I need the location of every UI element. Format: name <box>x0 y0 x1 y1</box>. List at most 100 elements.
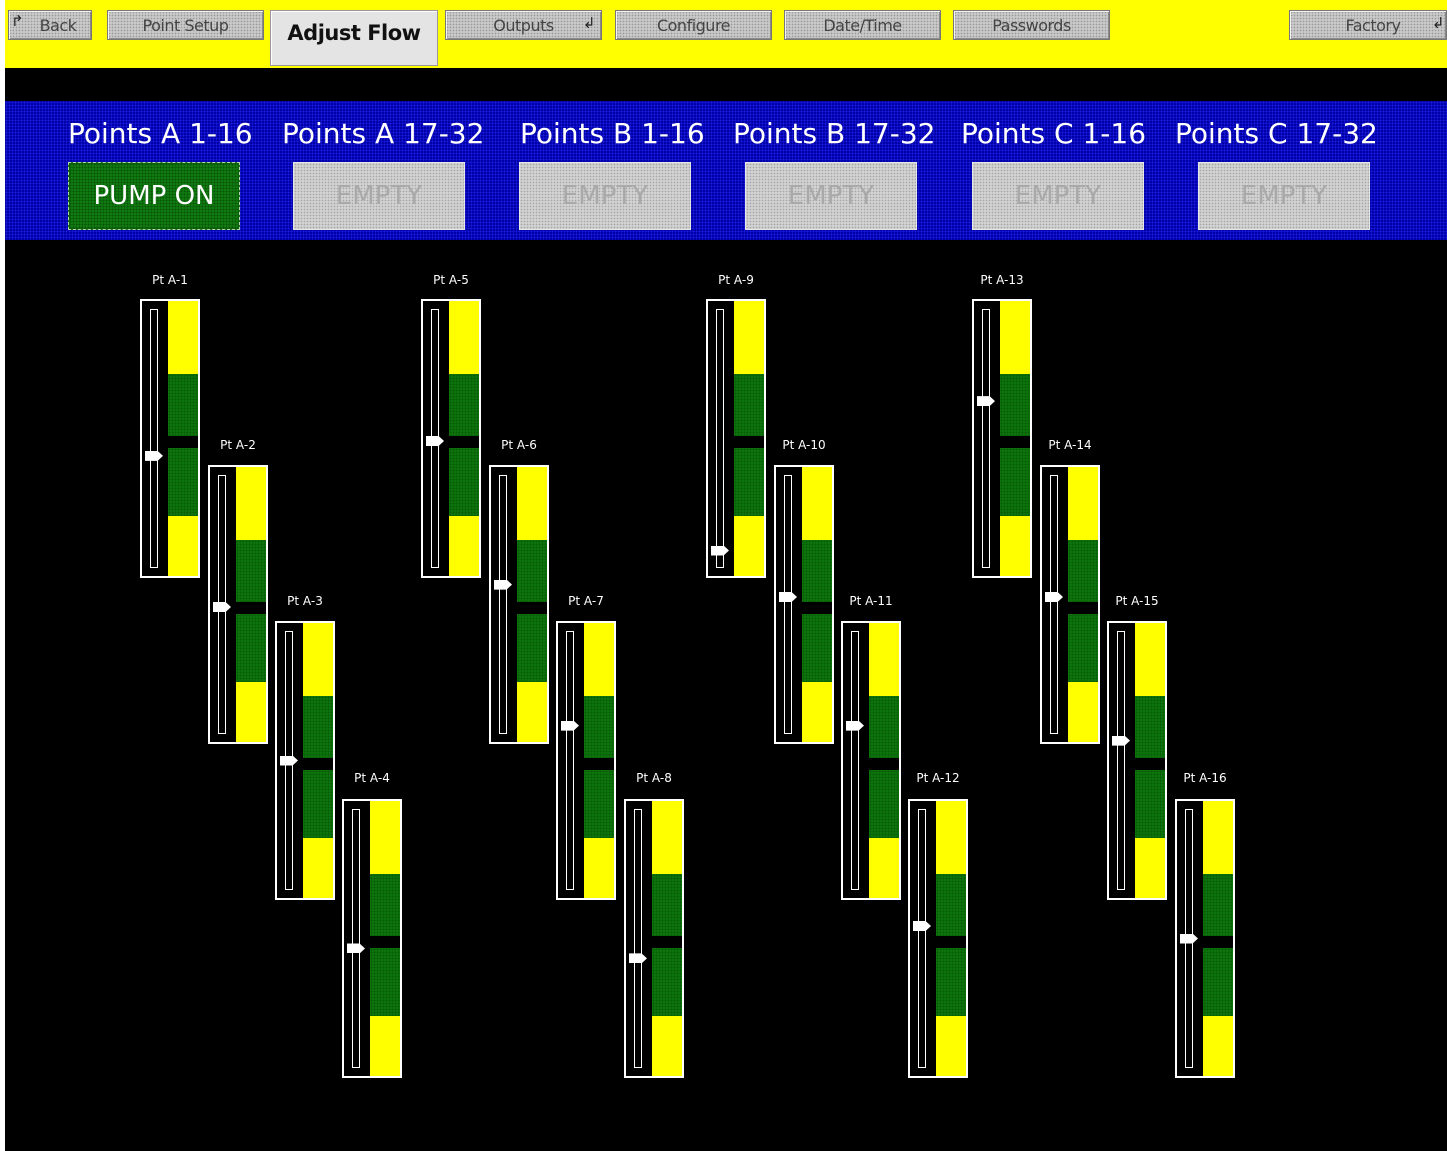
flow-slider-track[interactable] <box>634 809 642 1068</box>
flow-point-widget[interactable] <box>421 299 481 578</box>
point-label: Pt A-2 <box>220 438 256 452</box>
flow-slider-thumb[interactable] <box>280 755 298 766</box>
flow-zone-green <box>168 374 198 436</box>
pump-on-button[interactable]: PUMP ON <box>68 162 240 230</box>
flow-point-widget[interactable] <box>1040 465 1100 744</box>
point-label: Pt A-15 <box>1115 594 1159 608</box>
point-label: Pt A-13 <box>980 273 1024 287</box>
flow-zone-yellow <box>168 516 198 576</box>
flow-point-widget[interactable] <box>342 799 402 1078</box>
flow-zone-yellow <box>802 682 832 742</box>
flow-point-widget[interactable] <box>489 465 549 744</box>
flow-slider-track[interactable] <box>1117 631 1125 890</box>
flow-zone-green <box>1000 448 1030 516</box>
flow-slider-thumb[interactable] <box>561 720 579 731</box>
flow-point-widget[interactable] <box>208 465 268 744</box>
flow-slider-track[interactable] <box>566 631 574 890</box>
point-label: Pt A-5 <box>433 273 469 287</box>
flow-point-widget[interactable] <box>624 799 684 1078</box>
flow-slider-thumb[interactable] <box>711 545 729 556</box>
flow-zone-green <box>734 448 764 516</box>
outputs-tab[interactable]: Outputs ↲ <box>445 10 602 40</box>
flow-slider-track[interactable] <box>851 631 859 890</box>
flow-zone-green <box>236 614 266 682</box>
flow-zone-yellow <box>236 467 266 540</box>
flow-slider-thumb[interactable] <box>1180 933 1198 944</box>
flow-zone-green <box>584 770 614 838</box>
point-label: Pt A-3 <box>287 594 323 608</box>
flow-slider-track[interactable] <box>982 309 990 568</box>
flow-point-widget[interactable] <box>140 299 200 578</box>
flow-zone-yellow <box>869 623 899 696</box>
flow-slider-thumb[interactable] <box>145 450 163 461</box>
group-title: Points B 17-32 <box>733 117 936 150</box>
flow-point-widget[interactable] <box>908 799 968 1078</box>
flow-slider-thumb[interactable] <box>629 953 647 964</box>
flow-zone-green <box>449 448 479 516</box>
factory-tab[interactable]: Factory ↲ <box>1289 10 1447 40</box>
point-setup-label: Point Setup <box>142 15 229 35</box>
flow-point-widget[interactable] <box>556 621 616 900</box>
point-label: Pt A-10 <box>782 438 826 452</box>
flow-zone-yellow <box>370 1016 400 1076</box>
flow-slider-thumb[interactable] <box>846 720 864 731</box>
flow-point-widget[interactable] <box>774 465 834 744</box>
flow-zone-green <box>370 948 400 1016</box>
empty-button[interactable]: EMPTY <box>972 162 1144 230</box>
flow-slider-thumb[interactable] <box>494 579 512 590</box>
flow-point-widget[interactable] <box>841 621 901 900</box>
flow-slider-track[interactable] <box>716 309 724 568</box>
passwords-label: Passwords <box>992 15 1071 35</box>
flow-slider-track[interactable] <box>499 475 507 734</box>
flow-zone-yellow <box>449 301 479 374</box>
flow-zone-yellow <box>303 623 333 696</box>
flow-zone-green <box>734 374 764 436</box>
flow-slider-thumb[interactable] <box>347 943 365 954</box>
point-label: Pt A-12 <box>916 771 960 785</box>
enter-arrow-icon: ↲ <box>582 14 596 32</box>
flow-slider-thumb[interactable] <box>1112 735 1130 746</box>
point-setup-tab[interactable]: Point Setup <box>107 10 264 40</box>
flow-point-widget[interactable] <box>275 621 335 900</box>
flow-slider-thumb[interactable] <box>213 601 231 612</box>
flow-slider-track[interactable] <box>150 309 158 568</box>
back-button[interactable]: ↱ Back <box>8 10 92 40</box>
flow-zone-yellow <box>802 467 832 540</box>
flow-point-widget[interactable] <box>1175 799 1235 1078</box>
flow-slider-track[interactable] <box>352 809 360 1068</box>
empty-button[interactable]: EMPTY <box>519 162 691 230</box>
flow-zone-green <box>584 696 614 758</box>
flow-zone-yellow <box>652 801 682 874</box>
flow-slider-thumb[interactable] <box>977 396 995 407</box>
flow-zone-green <box>1203 874 1233 936</box>
flow-zone-green <box>370 874 400 936</box>
flow-slider-track[interactable] <box>1050 475 1058 734</box>
flow-slider-thumb[interactable] <box>1045 592 1063 603</box>
flow-slider-thumb[interactable] <box>913 921 931 932</box>
flow-slider-thumb[interactable] <box>779 592 797 603</box>
flow-point-widget[interactable] <box>972 299 1032 578</box>
flow-zone-yellow <box>1000 301 1030 374</box>
point-label: Pt A-1 <box>152 273 188 287</box>
flow-slider-track[interactable] <box>918 809 926 1068</box>
adjust-flow-tab[interactable]: Adjust Flow <box>270 10 438 66</box>
flow-zone-green <box>1000 374 1030 436</box>
back-arrow-icon: ↱ <box>11 12 24 30</box>
flow-zone-green <box>652 874 682 936</box>
flow-zone-green <box>802 614 832 682</box>
flow-zone-green <box>869 696 899 758</box>
flow-point-widget[interactable] <box>1107 621 1167 900</box>
flow-zone-yellow <box>236 682 266 742</box>
flow-zone-green <box>303 770 333 838</box>
flow-zone-green <box>517 614 547 682</box>
flow-slider-thumb[interactable] <box>426 435 444 446</box>
passwords-tab[interactable]: Passwords <box>953 10 1110 40</box>
empty-button[interactable]: EMPTY <box>745 162 917 230</box>
flow-point-widget[interactable] <box>706 299 766 578</box>
configure-tab[interactable]: Configure <box>615 10 772 40</box>
empty-button[interactable]: EMPTY <box>1198 162 1370 230</box>
flow-slider-track[interactable] <box>784 475 792 734</box>
empty-button[interactable]: EMPTY <box>293 162 465 230</box>
datetime-tab[interactable]: Date/Time <box>784 10 941 40</box>
datetime-label: Date/Time <box>823 15 902 35</box>
